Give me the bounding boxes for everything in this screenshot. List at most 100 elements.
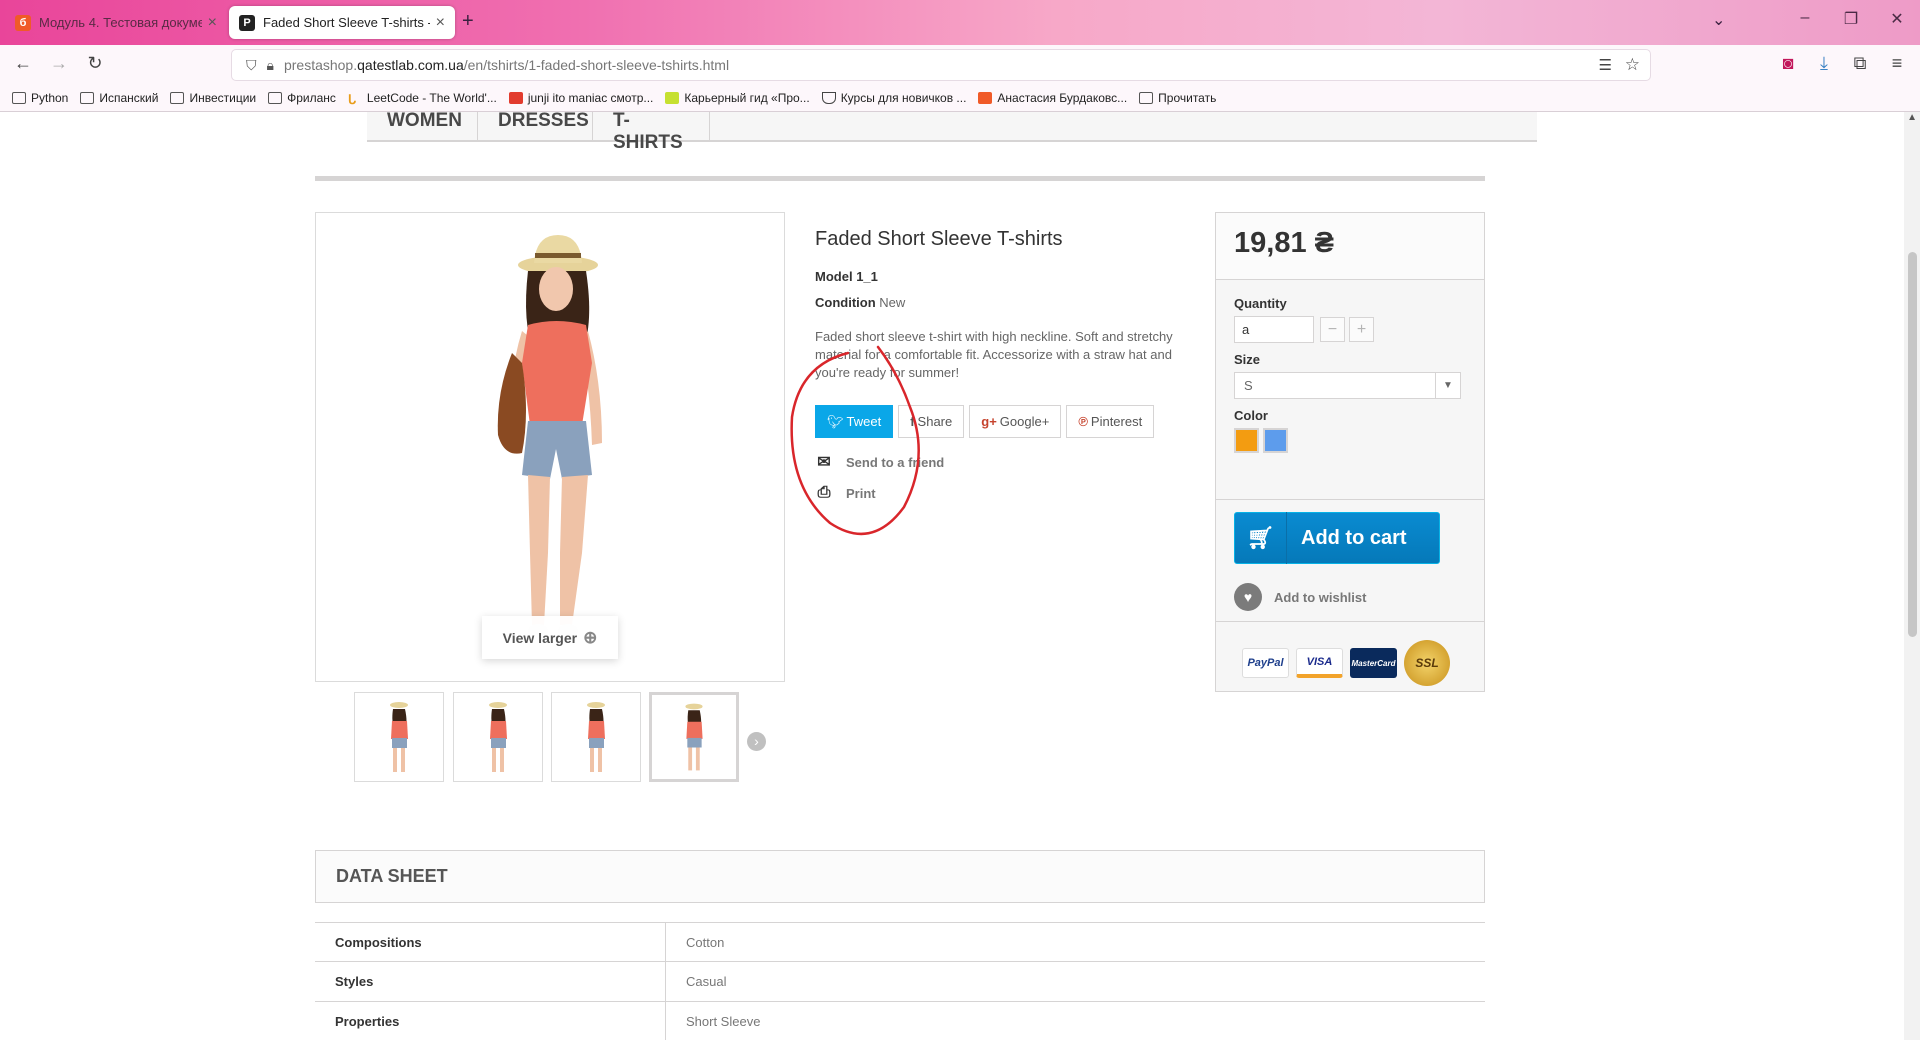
quantity-label: Quantity [1234,296,1287,311]
bookmark-courses[interactable]: Курсы для новичков ... [821,91,967,105]
data-sheet-key: Styles [315,962,666,1001]
minimize-icon[interactable]: – [1790,9,1820,27]
product-price: 19,81 ₴ [1234,227,1334,259]
quantity-decrease-button[interactable]: − [1320,317,1345,342]
video-icon [508,92,523,104]
quantity-increase-button[interactable]: + [1349,317,1374,342]
thumbnail-image [489,702,507,772]
shield-icon[interactable]: ⛉ [246,57,257,74]
envelope-icon: ✉ [817,454,831,471]
bookmark-spanish[interactable]: Испанский [80,91,158,105]
social-share-buttons: 🐦︎ Tweet f Share g+ Google+ ℗ Pinterest [815,405,1195,438]
restore-icon[interactable]: ❐ [1836,9,1866,29]
reader-view-icon[interactable]: ☰ [1599,56,1612,74]
model-photo [497,235,602,638]
bookmark-label: Прочитать [1158,91,1217,105]
product-thumbnail[interactable] [354,692,444,782]
thumbnail-image [685,703,703,771]
bookmark-label: Курсы для новичков ... [840,91,967,105]
quantity-input[interactable]: a [1234,316,1314,343]
color-swatch-orange[interactable] [1234,428,1259,453]
close-tab-icon[interactable]: × [436,14,445,32]
wishlist-label: Add to wishlist [1274,589,1367,605]
menu-icon[interactable]: ≡ [1884,53,1910,74]
folder-icon [268,92,283,104]
scrollbar-thumb[interactable] [1908,252,1917,637]
tab-title: Faded Short Sleeve T-shirts - htt [263,15,430,30]
size-select[interactable]: S ▼ [1234,372,1461,399]
bookmark-label: Карьерный гид «Про... [684,91,810,105]
bookmark-label: LeetCode - The World'... [366,91,497,105]
product-thumbnail[interactable] [453,692,543,782]
data-sheet-value: Casual [686,974,727,989]
table-row: Compositions Cotton [315,922,1485,962]
lock-icon[interactable]: 🔒︎ [267,57,274,74]
bookmark-read-later[interactable]: Прочитать [1139,91,1216,105]
list-tabs-icon[interactable]: ⌄ [1712,10,1725,30]
facebook-share-button[interactable]: f Share [898,405,965,438]
add-to-cart-button[interactable]: 🛒︎ Add to cart [1234,512,1440,564]
data-sheet-title: DATA SHEET [315,850,1485,903]
pocket-icon[interactable]: ◙ [1775,53,1801,74]
folder-icon [80,92,95,104]
size-label: Size [1234,352,1261,367]
scroll-up-icon[interactable]: ▲ [1907,112,1917,123]
bookmark-python[interactable]: Python [12,91,68,105]
google-plus-button[interactable]: g+ Google+ [969,405,1062,438]
bookmark-freelance[interactable]: Фриланс [268,91,336,105]
new-tab-icon[interactable]: + [462,10,474,33]
folder-icon [12,92,26,104]
menu-item-women[interactable]: WOMEN [367,112,478,142]
close-tab-icon[interactable]: × [208,14,217,32]
menu-item-dresses[interactable]: DRESSES [478,112,593,142]
product-main-image[interactable]: View larger ⊕ [315,212,785,682]
browser-tab-active[interactable]: P Faded Short Sleeve T-shirts - htt × [229,6,455,39]
bookmark-leetcode[interactable]: ᒐ LeetCode - The World'... [348,91,497,107]
bookmark-investments[interactable]: Инвестиции [170,91,256,105]
bookmark-junji[interactable]: junji ito maniac смотр... [508,91,654,105]
view-larger-label: View larger [502,629,578,646]
view-larger-button[interactable]: View larger ⊕ [482,616,618,659]
close-window-icon[interactable]: ✕ [1882,9,1912,29]
b-icon: б [15,14,31,31]
thumbnails-next-icon[interactable]: › [747,732,766,751]
product-thumbnail-selected[interactable] [649,692,739,782]
color-swatch-blue[interactable] [1263,428,1288,453]
back-icon[interactable]: ← [10,53,36,74]
menu-item-tshirts[interactable]: T-SHIRTS [593,112,710,153]
bookmark-label: Фриланс [287,91,336,105]
send-to-friend-link[interactable]: ✉ Send to a friend [815,452,1195,472]
browser-tab-inactive[interactable]: б Модуль 4. Тестовая документа... × [5,6,227,39]
extensions-icon[interactable]: ⧉ [1847,53,1873,74]
top-menu: WOMEN DRESSES T-SHIRTS [367,112,1537,153]
bookmark-star-icon[interactable]: ☆ [1625,55,1640,75]
ssl-badge: SSL [1404,640,1450,686]
downloads-icon[interactable]: ⤓ [1811,53,1837,74]
browser-tab-bar: б Модуль 4. Тестовая документа... × P Fa… [0,0,1920,45]
address-bar[interactable]: ⛉ 🔒︎ prestashop.qatestlab.com.ua/en/tshi… [231,49,1651,81]
bookmark-label: junji ito maniac смотр... [527,91,654,105]
add-to-wishlist-link[interactable]: ♥ Add to wishlist [1234,583,1466,611]
reload-icon[interactable]: ↻ [82,53,108,74]
visa-logo: VISA [1296,648,1343,678]
bookmark-anastasia[interactable]: Анастасия Бурдаковс... [978,91,1127,105]
tweet-button[interactable]: 🐦︎ Tweet [815,405,894,438]
pinterest-button[interactable]: ℗ Pinterest [1066,405,1155,438]
thumbnail-image [587,702,605,772]
bookmark-career[interactable]: Карьерный гид «Про... [665,91,810,105]
folder-icon [170,92,185,104]
page-scrollbar[interactable]: ▲ [1904,112,1920,1040]
shield-icon [821,92,836,104]
print-link[interactable]: ⎙ Print [815,484,1195,502]
buy-box: 19,81 ₴ Quantity a − + Size S ▼ Color 🛒︎ [1215,212,1485,692]
cart-area: 🛒︎ Add to cart ♥ Add to wishlist [1216,500,1484,622]
prestashop-icon: P [239,14,255,31]
data-sheet: DATA SHEET Compositions Cotton Styles Ca… [315,850,1485,1040]
forward-icon[interactable]: → [46,53,72,74]
size-value: S [1244,378,1253,393]
table-row: Properties Short Sleeve [315,1002,1485,1040]
color-label: Color [1234,408,1268,423]
product-thumbnail[interactable] [551,692,641,782]
page-divider [315,176,1485,181]
quantity-row: a − + [1234,316,1466,343]
